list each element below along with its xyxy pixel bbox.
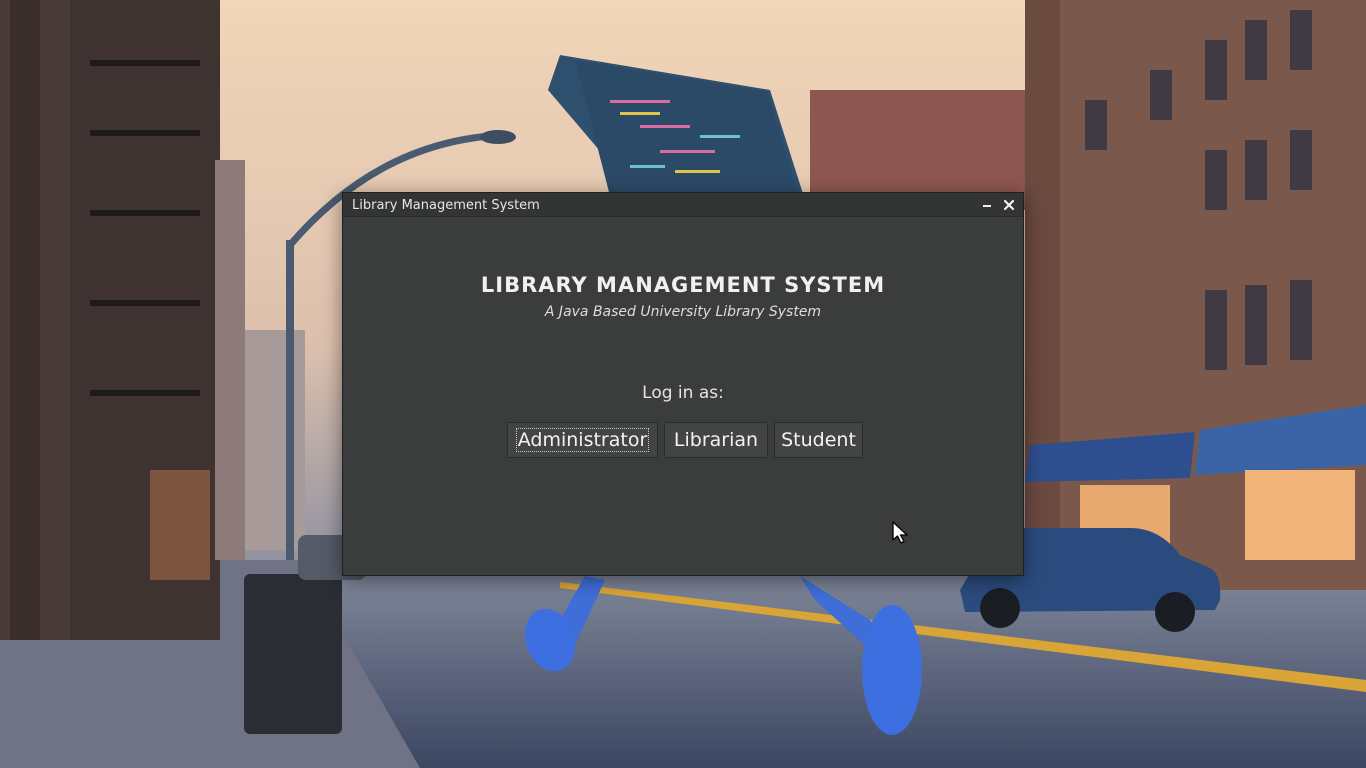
- minimize-icon[interactable]: [979, 197, 995, 213]
- app-window: Library Management System LIBRARY MANAGE…: [342, 192, 1024, 576]
- app-subheading: A Java Based University Library System: [544, 304, 822, 320]
- mouse-cursor-icon: [892, 521, 908, 544]
- window-titlebar[interactable]: Library Management System: [343, 193, 1023, 217]
- app-heading: LIBRARY MANAGEMENT SYSTEM: [480, 273, 886, 297]
- administrator-button-label: Administrator: [515, 428, 650, 452]
- login-prompt: Log in as:: [642, 383, 724, 403]
- close-icon[interactable]: [1001, 197, 1017, 213]
- desktop: Library Management System LIBRARY MANAGE…: [0, 0, 1366, 768]
- administrator-button[interactable]: Administrator: [507, 422, 658, 458]
- student-button[interactable]: Student: [774, 422, 863, 458]
- window-title: Library Management System: [352, 198, 540, 213]
- librarian-button[interactable]: Librarian: [664, 422, 768, 458]
